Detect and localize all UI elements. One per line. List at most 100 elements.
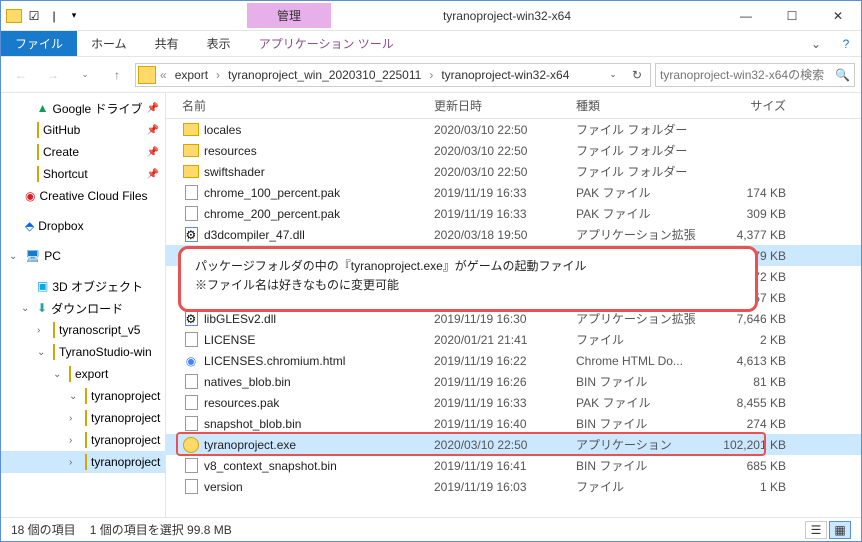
breadcrumb-item[interactable]: export (171, 68, 212, 82)
tree-item[interactable]: ⌄TyranoStudio-win (1, 341, 165, 363)
file-size: 81 KB (706, 375, 796, 389)
file-icon (182, 479, 200, 495)
search-icon[interactable]: 🔍 (835, 68, 850, 82)
file-icon (182, 437, 200, 453)
chevron-right-icon[interactable]: › (427, 68, 435, 82)
tree-item[interactable]: Shortcut📌 (1, 163, 165, 185)
tree-item[interactable]: ⌄⬇ダウンロード (1, 297, 165, 319)
pin-icon: 📌 (147, 103, 159, 114)
tree-item[interactable]: Create📌 (1, 141, 165, 163)
qat-dropdown-icon[interactable]: ▾ (65, 7, 83, 25)
column-type[interactable]: 種類 (576, 97, 706, 114)
expand-icon[interactable]: ⌄ (21, 303, 33, 314)
expand-icon[interactable]: › (69, 413, 81, 424)
breadcrumb-item[interactable]: tyranoproject_win_2020310_225011 (224, 68, 425, 82)
expand-icon[interactable]: ⌄ (37, 347, 49, 358)
file-row[interactable]: tyranoproject.exe2020/03/10 22:50アプリケーショ… (166, 434, 861, 455)
back-button[interactable]: ← (7, 61, 35, 89)
column-name[interactable]: 名前 (182, 97, 434, 114)
file-row[interactable]: chrome_200_percent.pak2019/11/19 16:33PA… (166, 203, 861, 224)
tree-item[interactable]: ⌄🖥PC (1, 245, 165, 267)
app-tools-tab[interactable]: アプリケーション ツール (245, 31, 408, 56)
breadcrumb-item[interactable]: tyranoproject-win32-x64 (437, 68, 573, 82)
navigation-pane[interactable]: ▲Google ドライブ📌GitHub📌Create📌Shortcut📌◉Cre… (1, 93, 166, 517)
minimize-button[interactable]: — (723, 1, 769, 31)
properties-icon[interactable]: ☑ (25, 7, 43, 25)
chevron-right-icon[interactable]: › (214, 68, 222, 82)
refresh-icon[interactable]: ↻ (626, 64, 648, 86)
file-row[interactable]: natives_blob.bin2019/11/19 16:26BIN ファイル… (166, 371, 861, 392)
qat-divider: | (45, 7, 63, 25)
tree-item[interactable]: ›tyranoproject (1, 407, 165, 429)
file-row[interactable]: version2019/11/19 16:03ファイル1 KB (166, 476, 861, 497)
column-headers[interactable]: 名前 更新日時 種類 サイズ (166, 93, 861, 119)
help-icon[interactable]: ? (831, 31, 861, 56)
file-row[interactable]: resources2020/03/10 22:50ファイル フォルダー (166, 140, 861, 161)
expand-icon[interactable]: › (69, 435, 81, 446)
status-selection: 1 個の項目を選択 99.8 MB (90, 521, 232, 538)
file-size: 4,377 KB (706, 228, 796, 242)
up-button[interactable]: ↑ (103, 61, 131, 89)
file-name: libGLESv2.dll (204, 312, 434, 326)
file-size: 2 KB (706, 333, 796, 347)
tree-item[interactable]: ◉Creative Cloud Files (1, 185, 165, 207)
expand-icon[interactable]: ⌄ (69, 391, 81, 402)
tree-item[interactable]: ▣3D オブジェクト (1, 275, 165, 297)
address-bar[interactable]: « export › tyranoproject_win_2020310_225… (135, 63, 651, 87)
file-icon: ◉ (182, 353, 200, 369)
tree-item-icon (85, 411, 87, 425)
large-icons-view-button[interactable]: ▦ (829, 521, 851, 539)
file-tab[interactable]: ファイル (1, 31, 77, 56)
file-size: 174 KB (706, 186, 796, 200)
window-controls: — ☐ ✕ (723, 1, 861, 31)
close-button[interactable]: ✕ (815, 1, 861, 31)
expand-icon[interactable]: › (69, 457, 81, 468)
tree-item[interactable]: ▲Google ドライブ📌 (1, 97, 165, 119)
file-row[interactable]: ⚙d3dcompiler_47.dll2020/03/18 19:50アプリケー… (166, 224, 861, 245)
ribbon-expand-button[interactable]: ⌄ (801, 31, 831, 56)
forward-button[interactable]: → (39, 61, 67, 89)
file-date: 2019/11/19 16:30 (434, 312, 576, 326)
file-size: 309 KB (706, 207, 796, 221)
file-row[interactable]: snapshot_blob.bin2019/11/19 16:40BIN ファイ… (166, 413, 861, 434)
file-row[interactable]: chrome_100_percent.pak2019/11/19 16:33PA… (166, 182, 861, 203)
dropdown-icon[interactable]: ⌄ (602, 64, 624, 86)
tree-item[interactable]: › tyranoproject (1, 451, 165, 473)
tree-item[interactable]: ⌄export (1, 363, 165, 385)
tree-item-icon: ▲ (37, 101, 49, 115)
view-tab[interactable]: 表示 (193, 31, 245, 56)
search-input[interactable] (660, 68, 835, 82)
tree-item[interactable]: ⬘Dropbox (1, 215, 165, 237)
tree-item[interactable]: GitHub📌 (1, 119, 165, 141)
search-box[interactable]: 🔍 (655, 63, 855, 87)
file-list-pane: 名前 更新日時 種類 サイズ パッケージフォルダの中の『tyranoprojec… (166, 93, 861, 517)
column-date[interactable]: 更新日時 (434, 97, 576, 114)
file-row[interactable]: swiftshader2020/03/10 22:50ファイル フォルダー (166, 161, 861, 182)
chevron-right-icon[interactable]: « (158, 68, 169, 82)
folder-icon (5, 7, 23, 25)
callout-line2: ※ファイル名は好きなものに変更可能 (195, 276, 741, 295)
file-row[interactable]: ◉LICENSES.chromium.html2019/11/19 16:22C… (166, 350, 861, 371)
file-row[interactable]: LICENSE2020/01/21 21:41ファイル2 KB (166, 329, 861, 350)
tree-item[interactable]: ›tyranoscript_v5 (1, 319, 165, 341)
details-view-button[interactable]: ☰ (805, 521, 827, 539)
file-row[interactable]: resources.pak2019/11/19 16:33PAK ファイル8,4… (166, 392, 861, 413)
file-date: 2020/03/10 22:50 (434, 165, 576, 179)
recent-dropdown[interactable]: ⌄ (71, 61, 99, 89)
column-size[interactable]: サイズ (706, 97, 796, 114)
file-icon (182, 374, 200, 390)
file-name: resources (204, 144, 434, 158)
maximize-button[interactable]: ☐ (769, 1, 815, 31)
tree-item-label: tyranoproject (91, 455, 160, 469)
file-row[interactable]: v8_context_snapshot.bin2019/11/19 16:41B… (166, 455, 861, 476)
file-icon (182, 395, 200, 411)
tree-item[interactable]: ⌄tyranoproject (1, 385, 165, 407)
expand-icon[interactable]: ⌄ (53, 369, 65, 380)
home-tab[interactable]: ホーム (77, 31, 141, 56)
expand-icon[interactable]: ⌄ (9, 251, 21, 262)
share-tab[interactable]: 共有 (141, 31, 193, 56)
expand-icon[interactable]: › (37, 325, 49, 336)
file-size: 274 KB (706, 417, 796, 431)
tree-item[interactable]: ›tyranoproject (1, 429, 165, 451)
file-row[interactable]: locales2020/03/10 22:50ファイル フォルダー (166, 119, 861, 140)
